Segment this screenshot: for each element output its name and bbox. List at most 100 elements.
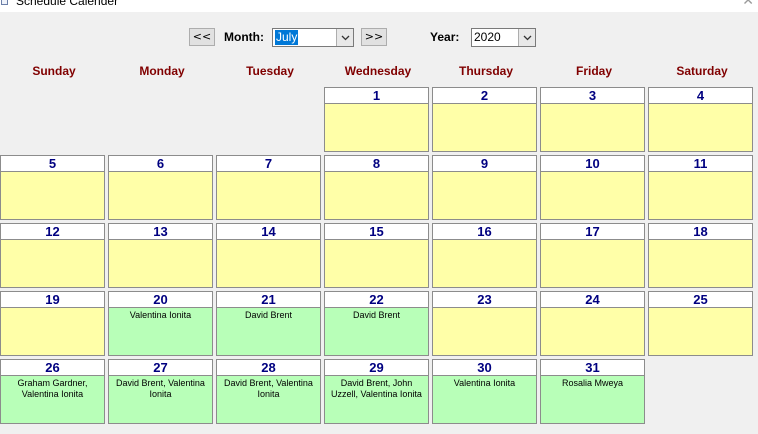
calendar-day-cell[interactable]: 16	[432, 223, 537, 288]
calendar-day-cell[interactable]: 13	[108, 223, 213, 288]
calendar-day-cell[interactable]: 15	[324, 223, 429, 288]
day-number: 24	[541, 292, 644, 308]
day-schedule-names: Valentina Ionita	[109, 308, 212, 355]
day-number: 16	[433, 224, 536, 240]
chevron-down-icon[interactable]	[336, 29, 353, 46]
calendar-day-cell[interactable]: 27 David Brent, Valentina Ionita	[108, 359, 213, 424]
day-schedule-names	[1, 172, 104, 219]
calendar-day-cell[interactable]: 2	[432, 87, 537, 152]
calendar-day-cell[interactable]: 8	[324, 155, 429, 220]
day-number: 11	[649, 156, 752, 172]
calendar-day-cell[interactable]: 5	[0, 155, 105, 220]
day-number: 10	[541, 156, 644, 172]
day-schedule-names: David Brent, Valentina Ionita	[217, 376, 320, 423]
calendar-day-cell[interactable]: 1	[324, 87, 429, 152]
day-schedule-names	[1, 240, 104, 287]
calendar-day-cell[interactable]: 20 Valentina Ionita	[108, 291, 213, 356]
month-select[interactable]: July	[272, 28, 354, 47]
day-schedule-names	[649, 308, 752, 355]
month-label: Month:	[224, 30, 264, 44]
calendar-day-cell[interactable]: 3	[540, 87, 645, 152]
day-schedule-names	[109, 172, 212, 219]
day-schedule-names	[649, 172, 752, 219]
calendar-day-cell[interactable]: 29 David Brent, John Uzzell, Valentina Io…	[324, 359, 429, 424]
day-number: 15	[325, 224, 428, 240]
day-number: 22	[325, 292, 428, 308]
day-number: 21	[217, 292, 320, 308]
day-number: 25	[649, 292, 752, 308]
day-schedule-names	[541, 104, 644, 151]
day-number: 30	[433, 360, 536, 376]
day-number: 1	[325, 88, 428, 104]
day-schedule-names: David Brent	[217, 308, 320, 355]
calendar-day-cell[interactable]: 14	[216, 223, 321, 288]
day-schedule-names	[433, 308, 536, 355]
weekday-header-3: Wednesday	[344, 64, 412, 78]
day-schedule-names	[325, 240, 428, 287]
day-schedule-names	[217, 240, 320, 287]
day-number: 9	[433, 156, 536, 172]
day-number: 19	[1, 292, 104, 308]
calendar-day-cell[interactable]: 22 David Brent	[324, 291, 429, 356]
calendar-day-cell[interactable]: 23	[432, 291, 537, 356]
weekday-header-1: Monday	[139, 64, 185, 78]
day-number: 20	[109, 292, 212, 308]
calendar-day-cell[interactable]: 4	[648, 87, 753, 152]
day-schedule-names	[325, 104, 428, 151]
day-number: 23	[433, 292, 536, 308]
calendar-day-cell[interactable]: 11	[648, 155, 753, 220]
day-schedule-names	[433, 104, 536, 151]
calendar-day-cell[interactable]: 28 David Brent, Valentina Ionita	[216, 359, 321, 424]
weekday-header-0: Sunday	[32, 64, 76, 78]
day-number: 3	[541, 88, 644, 104]
day-number: 29	[325, 360, 428, 376]
next-month-button[interactable]: >>	[361, 28, 387, 46]
day-schedule-names: Valentina Ionita	[433, 376, 536, 423]
day-number: 31	[541, 360, 644, 376]
year-select[interactable]: 2020	[471, 28, 536, 47]
day-number: 13	[109, 224, 212, 240]
calendar-day-cell[interactable]: 24	[540, 291, 645, 356]
day-number: 4	[649, 88, 752, 104]
calendar-day-cell[interactable]: 6	[108, 155, 213, 220]
day-schedule-names	[541, 172, 644, 219]
title-bar: Schedule Calender ✕	[0, 0, 758, 12]
day-schedule-names: David Brent, Valentina Ionita	[109, 376, 212, 423]
calendar-day-cell[interactable]: 26 Graham Gardner, Valentina Ionita	[0, 359, 105, 424]
day-schedule-names	[541, 308, 644, 355]
year-label: Year:	[430, 30, 460, 44]
close-icon[interactable]: ✕	[742, 0, 754, 8]
calendar-day-cell[interactable]: 12	[0, 223, 105, 288]
day-number: 28	[217, 360, 320, 376]
day-schedule-names	[433, 240, 536, 287]
calendar-day-cell[interactable]: 25	[648, 291, 753, 356]
day-number: 8	[325, 156, 428, 172]
calendar-day-cell[interactable]: 21 David Brent	[216, 291, 321, 356]
calendar-day-cell[interactable]: 18	[648, 223, 753, 288]
day-schedule-names	[541, 240, 644, 287]
day-number: 17	[541, 224, 644, 240]
calendar-day-cell[interactable]: 30 Valentina Ionita	[432, 359, 537, 424]
calendar-day-cell[interactable]: 19	[0, 291, 105, 356]
month-select-value: July	[275, 30, 299, 45]
day-schedule-names: David Brent	[325, 308, 428, 355]
day-schedule-names	[325, 172, 428, 219]
day-schedule-names	[109, 240, 212, 287]
previous-month-button[interactable]: <<	[189, 28, 215, 46]
calendar-day-cell[interactable]: 31 Rosalia Mweya	[540, 359, 645, 424]
day-number: 6	[109, 156, 212, 172]
chevron-down-icon[interactable]	[518, 29, 535, 46]
calendar-day-cell[interactable]: 10	[540, 155, 645, 220]
calendar-day-cell[interactable]: 7	[216, 155, 321, 220]
calendar-app-icon	[1, 0, 8, 5]
weekday-header-2: Tuesday	[246, 64, 294, 78]
calendar-day-cell[interactable]: 17	[540, 223, 645, 288]
day-schedule-names	[217, 172, 320, 219]
day-number: 12	[1, 224, 104, 240]
calendar-day-cell[interactable]: 9	[432, 155, 537, 220]
weekday-header-5: Friday	[575, 64, 612, 78]
day-schedule-names	[433, 172, 536, 219]
weekday-header-6: Saturday	[676, 64, 728, 78]
day-schedule-names: Rosalia Mweya	[541, 376, 644, 423]
day-number: 7	[217, 156, 320, 172]
